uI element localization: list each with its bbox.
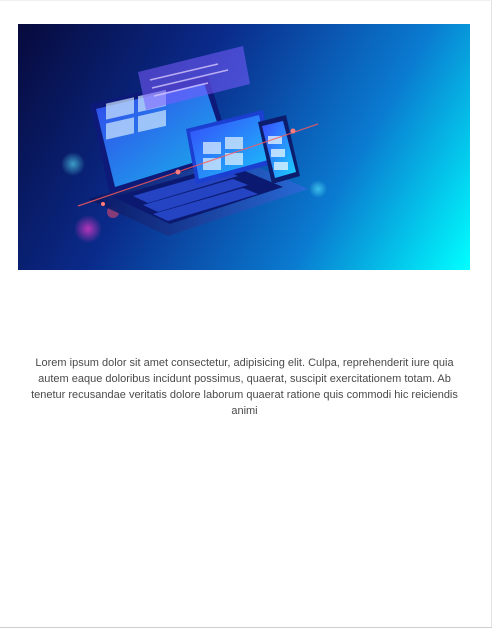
laptop-devices-illustration	[61, 46, 327, 243]
card-description: Lorem ipsum dolor sit amet consectetur, …	[31, 357, 458, 417]
content-card: Lorem ipsum dolor sit amet consectetur, …	[0, 0, 492, 628]
hero-image	[18, 24, 470, 270]
